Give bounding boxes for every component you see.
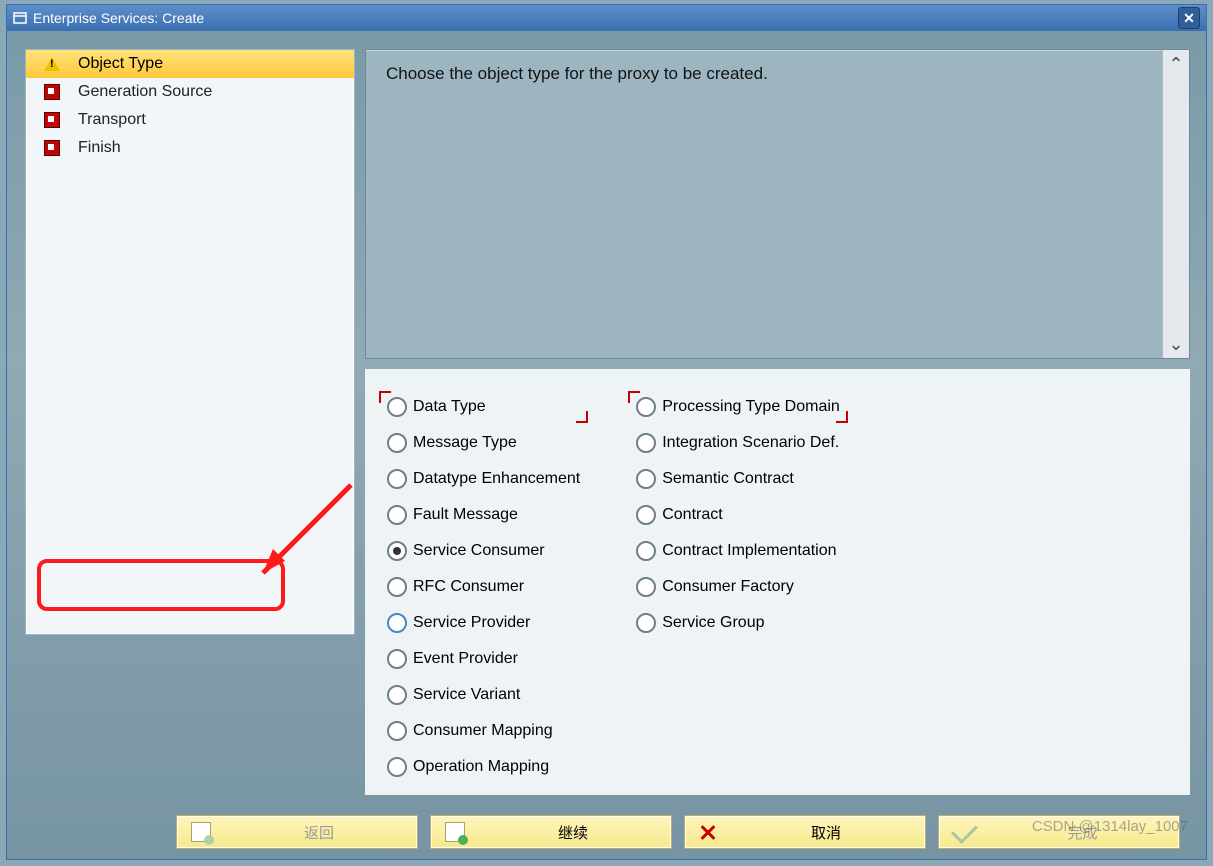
radio-service-consumer[interactable]: Service Consumer	[383, 539, 584, 563]
radio-label: Contract	[662, 506, 722, 524]
step-label: Object Type	[78, 55, 163, 73]
cancel-button[interactable]: 取消	[684, 815, 926, 849]
radio-message-type[interactable]: Message Type	[383, 431, 584, 455]
page-next-icon	[445, 822, 465, 842]
radio-icon	[387, 685, 407, 705]
radio-label: Consumer Mapping	[413, 722, 553, 740]
radio-icon	[636, 541, 656, 561]
window-icon	[13, 11, 27, 25]
radio-icon	[387, 433, 407, 453]
wizard-steps: Object Type Generation Source Transport …	[25, 49, 355, 635]
title-bar: Enterprise Services: Create ✕	[7, 5, 1206, 31]
step-finish[interactable]: Finish	[26, 134, 354, 162]
radio-icon	[387, 757, 407, 777]
window-title: Enterprise Services: Create	[33, 10, 1178, 26]
options-column-2: Processing Type Domain Integration Scenar…	[632, 395, 844, 779]
radio-icon	[387, 577, 407, 597]
radio-icon	[387, 541, 407, 561]
radio-label: Message Type	[413, 434, 517, 452]
radio-label: Service Consumer	[413, 542, 545, 560]
step-transport[interactable]: Transport	[26, 106, 354, 134]
radio-label: Integration Scenario Def.	[662, 434, 839, 452]
main-panel: Choose the object type for the proxy to …	[365, 49, 1190, 843]
button-label: 继续	[489, 822, 657, 843]
radio-icon	[636, 433, 656, 453]
radio-label: Datatype Enhancement	[413, 470, 580, 488]
button-bar: 返回 继续 取消 完成	[13, 815, 1200, 849]
radio-label: Data Type	[413, 398, 486, 416]
radio-processing-type-domain[interactable]: Processing Type Domain	[632, 395, 844, 419]
radio-label: Service Provider	[413, 614, 530, 632]
radio-semantic-contract[interactable]: Semantic Contract	[632, 467, 844, 491]
button-label: 返回	[235, 822, 403, 843]
radio-service-variant[interactable]: Service Variant	[383, 683, 584, 707]
radio-label: Service Group	[662, 614, 764, 632]
scroll-up-icon[interactable]: ⌃	[1163, 50, 1189, 78]
pending-icon	[44, 84, 60, 100]
next-button[interactable]: 继续	[430, 815, 672, 849]
radio-service-provider[interactable]: Service Provider	[383, 611, 584, 635]
radio-contract[interactable]: Contract	[632, 503, 844, 527]
radio-consumer-factory[interactable]: Consumer Factory	[632, 575, 844, 599]
radio-operation-mapping[interactable]: Operation Mapping	[383, 755, 584, 779]
radio-icon	[387, 613, 407, 633]
radio-label: Processing Type Domain	[662, 398, 840, 416]
radio-label: Service Variant	[413, 686, 520, 704]
content-area: Object Type Generation Source Transport …	[25, 49, 1190, 843]
radio-icon	[636, 469, 656, 489]
radio-fault-message[interactable]: Fault Message	[383, 503, 584, 527]
step-generation-source[interactable]: Generation Source	[26, 78, 354, 106]
instruction-text: Choose the object type for the proxy to …	[386, 64, 768, 83]
radio-integration-scenario-def-[interactable]: Integration Scenario Def.	[632, 431, 844, 455]
dialog-body: Object Type Generation Source Transport …	[7, 31, 1206, 859]
radio-rfc-consumer[interactable]: RFC Consumer	[383, 575, 584, 599]
radio-event-provider[interactable]: Event Provider	[383, 647, 584, 671]
radio-data-type[interactable]: Data Type	[383, 395, 584, 419]
step-label: Finish	[78, 139, 121, 157]
step-label: Transport	[78, 111, 146, 129]
radio-icon	[387, 505, 407, 525]
radio-icon	[387, 397, 407, 417]
radio-icon	[636, 505, 656, 525]
finish-button[interactable]: 完成	[938, 815, 1180, 849]
button-label: 完成	[1000, 822, 1165, 843]
radio-icon	[636, 397, 656, 417]
radio-icon	[636, 577, 656, 597]
warning-icon	[44, 57, 60, 71]
close-icon[interactable]: ✕	[1178, 7, 1200, 29]
radio-service-group[interactable]: Service Group	[632, 611, 844, 635]
back-button[interactable]: 返回	[176, 815, 418, 849]
scroll-down-icon[interactable]: ⌄	[1163, 330, 1189, 358]
instruction-box: Choose the object type for the proxy to …	[365, 49, 1190, 359]
radio-label: Fault Message	[413, 506, 518, 524]
radio-label: Operation Mapping	[413, 758, 549, 776]
button-label: 取消	[741, 822, 911, 843]
radio-icon	[387, 721, 407, 741]
scrollbar[interactable]: ⌃ ⌄	[1162, 50, 1189, 358]
finish-icon	[951, 817, 978, 844]
radio-icon	[387, 649, 407, 669]
radio-icon	[636, 613, 656, 633]
cancel-icon	[699, 823, 717, 841]
radio-label: Event Provider	[413, 650, 518, 668]
options-column-1: Data Type Message Type Datatype Enhancemen…	[383, 395, 584, 779]
step-label: Generation Source	[78, 83, 212, 101]
pending-icon	[44, 140, 60, 156]
page-back-icon	[191, 822, 211, 842]
dialog-window: Enterprise Services: Create ✕ Object Typ…	[6, 4, 1207, 860]
radio-label: Consumer Factory	[662, 578, 794, 596]
object-type-options: Data Type Message Type Datatype Enhancemen…	[365, 369, 1190, 795]
radio-consumer-mapping[interactable]: Consumer Mapping	[383, 719, 584, 743]
radio-datatype-enhancement[interactable]: Datatype Enhancement	[383, 467, 584, 491]
radio-label: Semantic Contract	[662, 470, 794, 488]
radio-label: Contract Implementation	[662, 542, 836, 560]
radio-icon	[387, 469, 407, 489]
radio-contract-implementation[interactable]: Contract Implementation	[632, 539, 844, 563]
step-object-type[interactable]: Object Type	[26, 50, 354, 78]
pending-icon	[44, 112, 60, 128]
radio-label: RFC Consumer	[413, 578, 524, 596]
